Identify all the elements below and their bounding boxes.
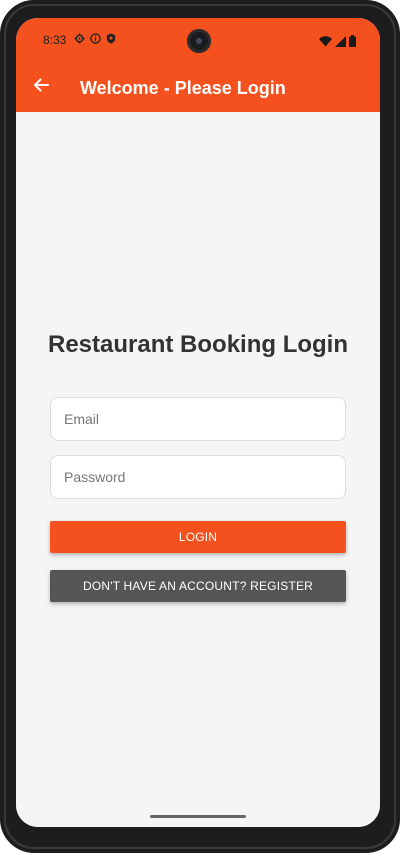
- register-button[interactable]: DON'T HAVE AN ACCOUNT? REGISTER: [50, 570, 346, 602]
- password-field[interactable]: [50, 455, 346, 499]
- arrow-back-icon: [32, 76, 50, 99]
- shield-icon: [106, 33, 116, 47]
- phone-frame: 8:33 Welcome - Please Login Restaurant B…: [0, 0, 400, 853]
- battery-icon: [349, 34, 356, 52]
- status-bar: 8:33: [16, 18, 380, 62]
- app-bar: Welcome - Please Login: [16, 62, 380, 112]
- screen: 8:33 Welcome - Please Login Restaurant B…: [16, 18, 380, 827]
- home-indicator[interactable]: [150, 815, 246, 818]
- settings-icon: [74, 33, 85, 47]
- info-icon: [90, 33, 101, 47]
- page-title: Restaurant Booking Login: [48, 331, 348, 358]
- status-time: 8:33: [43, 33, 67, 47]
- status-icons-left: [74, 33, 116, 47]
- camera-cutout: [187, 29, 211, 53]
- app-bar-title: Welcome - Please Login: [80, 78, 286, 98]
- signal-icon: [335, 34, 346, 52]
- login-content: Restaurant Booking Login LOGIN DON'T HAV…: [16, 112, 380, 827]
- login-button[interactable]: LOGIN: [50, 521, 346, 553]
- status-icons-right: [319, 34, 356, 52]
- wifi-icon: [319, 34, 332, 52]
- back-button[interactable]: [28, 74, 54, 100]
- email-field[interactable]: [50, 397, 346, 441]
